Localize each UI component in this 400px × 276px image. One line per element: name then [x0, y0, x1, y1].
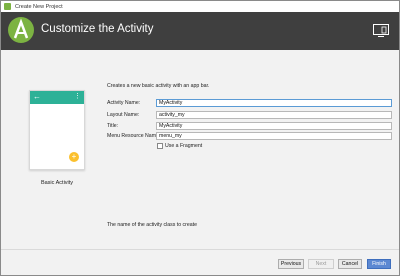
- template-label: Basic Activity: [40, 180, 74, 186]
- activity-name-label: Activity Name:: [107, 100, 141, 106]
- field-hint-text: The name of the activity class to create: [107, 222, 197, 228]
- previous-button[interactable]: Previous: [278, 259, 304, 269]
- device-form-factor-icon: [373, 24, 389, 37]
- next-button[interactable]: Next: [308, 259, 334, 269]
- finish-button[interactable]: Finish: [367, 259, 391, 269]
- overflow-menu-icon: ⋮: [74, 93, 81, 100]
- back-arrow-icon: ←: [33, 92, 41, 101]
- use-fragment-checkbox[interactable]: [157, 143, 163, 149]
- dialog-window: Create New Project Customize the Activit…: [0, 0, 400, 276]
- title-label: Title:: [107, 123, 119, 129]
- preview-app-bar: ← ⋮: [30, 91, 84, 104]
- activity-template-preview: ← ⋮ +: [29, 90, 85, 170]
- page-title: Customize the Activity: [41, 23, 154, 35]
- menu-resource-name-field[interactable]: menu_my: [156, 132, 392, 140]
- title-bar: Create New Project: [1, 1, 399, 12]
- use-fragment-label[interactable]: Use a Fragment: [165, 143, 202, 149]
- android-studio-logo-icon: [8, 17, 34, 43]
- android-studio-icon: [4, 3, 11, 10]
- wizard-header: Customize the Activity: [1, 12, 399, 50]
- menu-resource-name-label: Menu Resource Name:: [107, 133, 161, 139]
- activity-name-field[interactable]: MyActivity: [156, 99, 392, 107]
- cancel-button[interactable]: Cancel: [338, 259, 362, 269]
- floating-action-button-icon: +: [69, 152, 79, 162]
- template-description: Creates a new basic activity with an app…: [107, 83, 210, 89]
- layout-name-label: Layout Name:: [107, 112, 140, 118]
- window-title: Create New Project: [15, 3, 63, 10]
- layout-name-field[interactable]: activity_my: [156, 111, 392, 119]
- footer-divider: [1, 249, 399, 250]
- title-field[interactable]: MyActivity: [156, 122, 392, 130]
